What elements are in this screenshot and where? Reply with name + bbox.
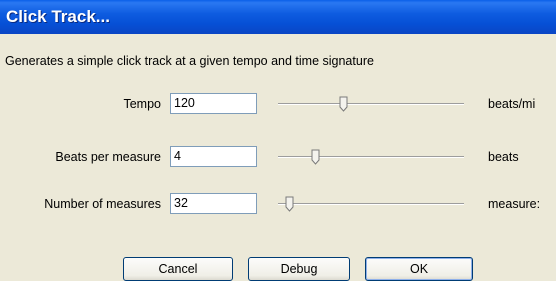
cancel-button[interactable]: Cancel [123, 257, 233, 281]
window-title: Click Track... [6, 7, 110, 26]
slider-track [278, 156, 464, 158]
tempo-unit: beats/mi [488, 97, 536, 111]
number-of-measures-unit: measure: [488, 197, 541, 211]
number-of-measures-slider[interactable] [274, 194, 468, 214]
description-text: Generates a simple click track at a give… [5, 54, 374, 68]
tempo-slider[interactable] [274, 94, 468, 114]
title-bar[interactable]: Click Track... [0, 0, 556, 34]
number-of-measures-input[interactable]: 32 [170, 193, 257, 214]
tempo-input[interactable]: 120 [170, 93, 257, 114]
beats-per-measure-input[interactable]: 4 [170, 146, 257, 167]
slider-track [278, 103, 464, 105]
slider-thumb[interactable] [339, 96, 348, 112]
number-of-measures-label: Number of measures [44, 197, 161, 211]
beats-per-measure-label: Beats per measure [55, 150, 161, 164]
slider-track [278, 203, 464, 205]
beats-per-measure-unit: beats [488, 150, 519, 164]
slider-thumb[interactable] [311, 149, 320, 165]
beats-per-measure-slider[interactable] [274, 147, 468, 167]
slider-thumb[interactable] [285, 196, 294, 212]
debug-button[interactable]: Debug [248, 257, 350, 281]
ok-button[interactable]: OK [365, 257, 473, 281]
tempo-label: Tempo [123, 97, 161, 111]
